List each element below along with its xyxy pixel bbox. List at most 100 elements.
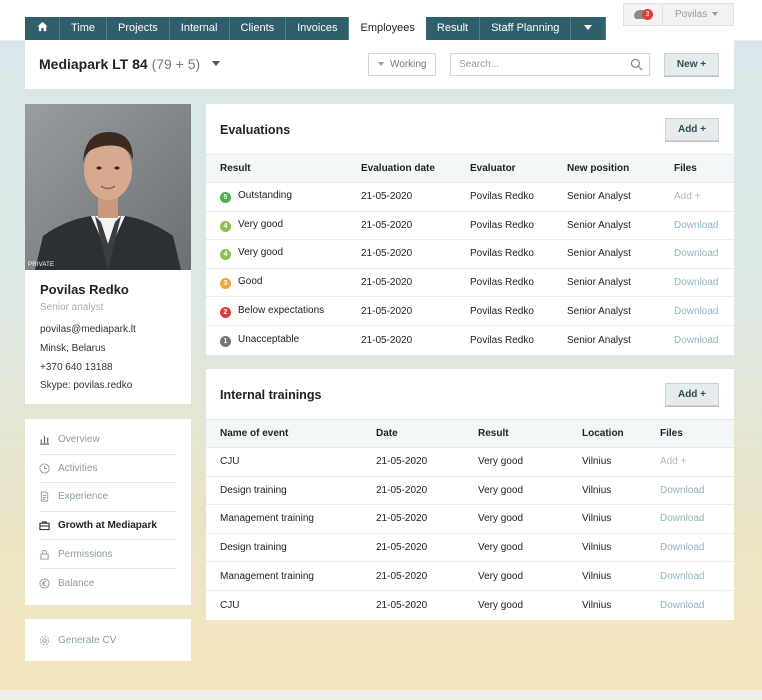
- search-input[interactable]: [451, 54, 621, 75]
- result-cell: 5 Outstanding: [206, 182, 361, 212]
- download-link-text[interactable]: Download: [674, 248, 718, 259]
- result-cell: Very good: [478, 590, 582, 619]
- sidebar-item-overview[interactable]: Overview: [39, 426, 177, 455]
- user-menu[interactable]: Povilas: [663, 3, 734, 26]
- position-cell-text: Senior Analyst: [567, 334, 631, 346]
- table-row: Design training 21-05-2020 Very good Vilniu…: [206, 476, 734, 506]
- sidebar-item-label: Permissions: [58, 548, 113, 560]
- column-header[interactable]: New position: [567, 154, 674, 183]
- sidebar-item-label: Overview: [58, 434, 100, 446]
- download-link[interactable]: Download: [674, 268, 734, 298]
- sidebar-item-experience[interactable]: Experience: [39, 483, 177, 512]
- trainings-table: Name of event Date Result Location Files…: [206, 419, 734, 619]
- status-filter-select[interactable]: Working: [368, 53, 436, 76]
- search-icon[interactable]: [630, 58, 643, 71]
- download-link[interactable]: Download: [660, 561, 734, 591]
- table-row: Design training 21-05-2020 Very good Vilniu…: [206, 533, 734, 563]
- sidebar-item-balance[interactable]: Balance: [39, 569, 177, 598]
- tab-result[interactable]: Result: [425, 17, 481, 40]
- result-cell-text: Very good: [478, 456, 524, 468]
- tab-staff-planning[interactable]: Staff Planning: [480, 17, 572, 40]
- download-link-text[interactable]: Download: [674, 335, 718, 346]
- date-cell-text: 21-05-2020: [376, 542, 428, 554]
- notification-badge: 3: [642, 9, 653, 20]
- column-header[interactable]: Files: [674, 154, 734, 183]
- table-row: 1 Unacceptable 21-05-2020 Povilas Redko Seni…: [206, 325, 734, 354]
- date-cell: 21-05-2020: [376, 590, 478, 619]
- company-selector[interactable]: Mediapark LT 84 (79 + 5): [39, 56, 221, 72]
- download-link[interactable]: Download: [674, 239, 734, 269]
- column-header[interactable]: Result: [478, 419, 582, 448]
- company-name: Mediapark LT 84: [39, 56, 148, 72]
- column-header[interactable]: Evaluator: [470, 154, 567, 183]
- more-tabs-button[interactable]: [571, 17, 607, 40]
- position-cell: Senior Analyst: [567, 325, 674, 354]
- column-header[interactable]: Evaluation date: [361, 154, 470, 183]
- location-cell: Vilnius: [582, 476, 660, 506]
- download-link[interactable]: Download: [660, 533, 734, 563]
- sidebar-item-label: Experience: [58, 491, 109, 503]
- date-cell-text: 21-05-2020: [376, 570, 428, 582]
- employee-title: Senior analyst: [40, 302, 104, 313]
- event-name-cell-text: CJU: [220, 599, 240, 611]
- employee-email[interactable]: povilas@mediapark.lt: [40, 324, 136, 335]
- tab-home[interactable]: [25, 17, 60, 40]
- column-header[interactable]: Date: [376, 419, 478, 448]
- event-name-cell: CJU: [206, 447, 376, 477]
- tab-invoices[interactable]: Invoices: [286, 17, 350, 40]
- sidebar-item-activities[interactable]: Activities: [39, 455, 177, 484]
- tab-projects[interactable]: Projects: [107, 17, 170, 40]
- add-file-link[interactable]: Add +: [674, 182, 734, 212]
- download-link[interactable]: Download: [674, 325, 734, 354]
- tab-time[interactable]: Time: [60, 17, 108, 40]
- user-area: 3 Povilas: [623, 3, 734, 26]
- add-file-link-text[interactable]: Add +: [660, 456, 686, 467]
- download-link-text[interactable]: Download: [660, 485, 704, 496]
- notifications-button[interactable]: 3: [623, 3, 663, 26]
- location-cell: Vilnius: [582, 447, 660, 477]
- download-link-text[interactable]: Download: [660, 542, 704, 553]
- download-link[interactable]: Download: [674, 211, 734, 241]
- date-cell-text: 21-05-2020: [376, 484, 428, 496]
- download-link[interactable]: Download: [660, 476, 734, 506]
- column-header[interactable]: Name of event: [206, 419, 376, 448]
- add-file-link[interactable]: Add +: [660, 447, 734, 477]
- date-cell-text: 21-05-2020: [376, 599, 428, 611]
- column-header[interactable]: Files: [660, 419, 734, 448]
- date-cell: 21-05-2020: [361, 268, 470, 298]
- sidebar-item-growth[interactable]: Growth at Mediapark: [39, 512, 177, 541]
- download-link[interactable]: Download: [660, 590, 734, 619]
- download-link-text[interactable]: Download: [660, 571, 704, 582]
- location-cell-text: Vilnius: [582, 570, 612, 582]
- download-link-text[interactable]: Download: [660, 600, 704, 611]
- result-text: Very good: [238, 218, 284, 230]
- table-row: CJU 21-05-2020 Very good Vilnius Add +: [206, 447, 734, 477]
- tab-internal[interactable]: Internal: [169, 17, 230, 40]
- result-cell: 4 Very good: [206, 211, 361, 241]
- event-name-cell: Design training: [206, 476, 376, 506]
- download-link[interactable]: Download: [674, 296, 734, 326]
- add-evaluation-button[interactable]: Add +: [665, 118, 719, 141]
- download-link-text[interactable]: Download: [660, 513, 704, 524]
- event-name-cell-text: Design training: [220, 484, 287, 496]
- download-link-text[interactable]: Download: [674, 306, 718, 317]
- tab-employees[interactable]: Employees: [349, 17, 426, 40]
- generate-cv-button[interactable]: Generate CV: [25, 619, 191, 661]
- download-link[interactable]: Download: [660, 504, 734, 534]
- download-link-text[interactable]: Download: [674, 277, 718, 288]
- add-training-button[interactable]: Add +: [665, 383, 719, 406]
- status-filter-value: Working: [390, 59, 427, 70]
- result-cell: Very good: [478, 533, 582, 563]
- download-link-text[interactable]: Download: [674, 220, 718, 231]
- new-button[interactable]: New +: [664, 53, 719, 76]
- sidebar-item-permissions[interactable]: Permissions: [39, 540, 177, 569]
- column-header[interactable]: Result: [206, 154, 361, 183]
- date-cell-text: 21-05-2020: [376, 456, 428, 468]
- employee-phone: +370 640 13188: [40, 362, 113, 373]
- add-file-link-text[interactable]: Add +: [674, 191, 700, 202]
- column-header[interactable]: Location: [582, 419, 660, 448]
- result-text: Very good: [238, 247, 284, 259]
- score-badge: 5: [220, 192, 231, 204]
- event-name-cell-text: Management training: [220, 570, 314, 582]
- tab-clients[interactable]: Clients: [229, 17, 287, 40]
